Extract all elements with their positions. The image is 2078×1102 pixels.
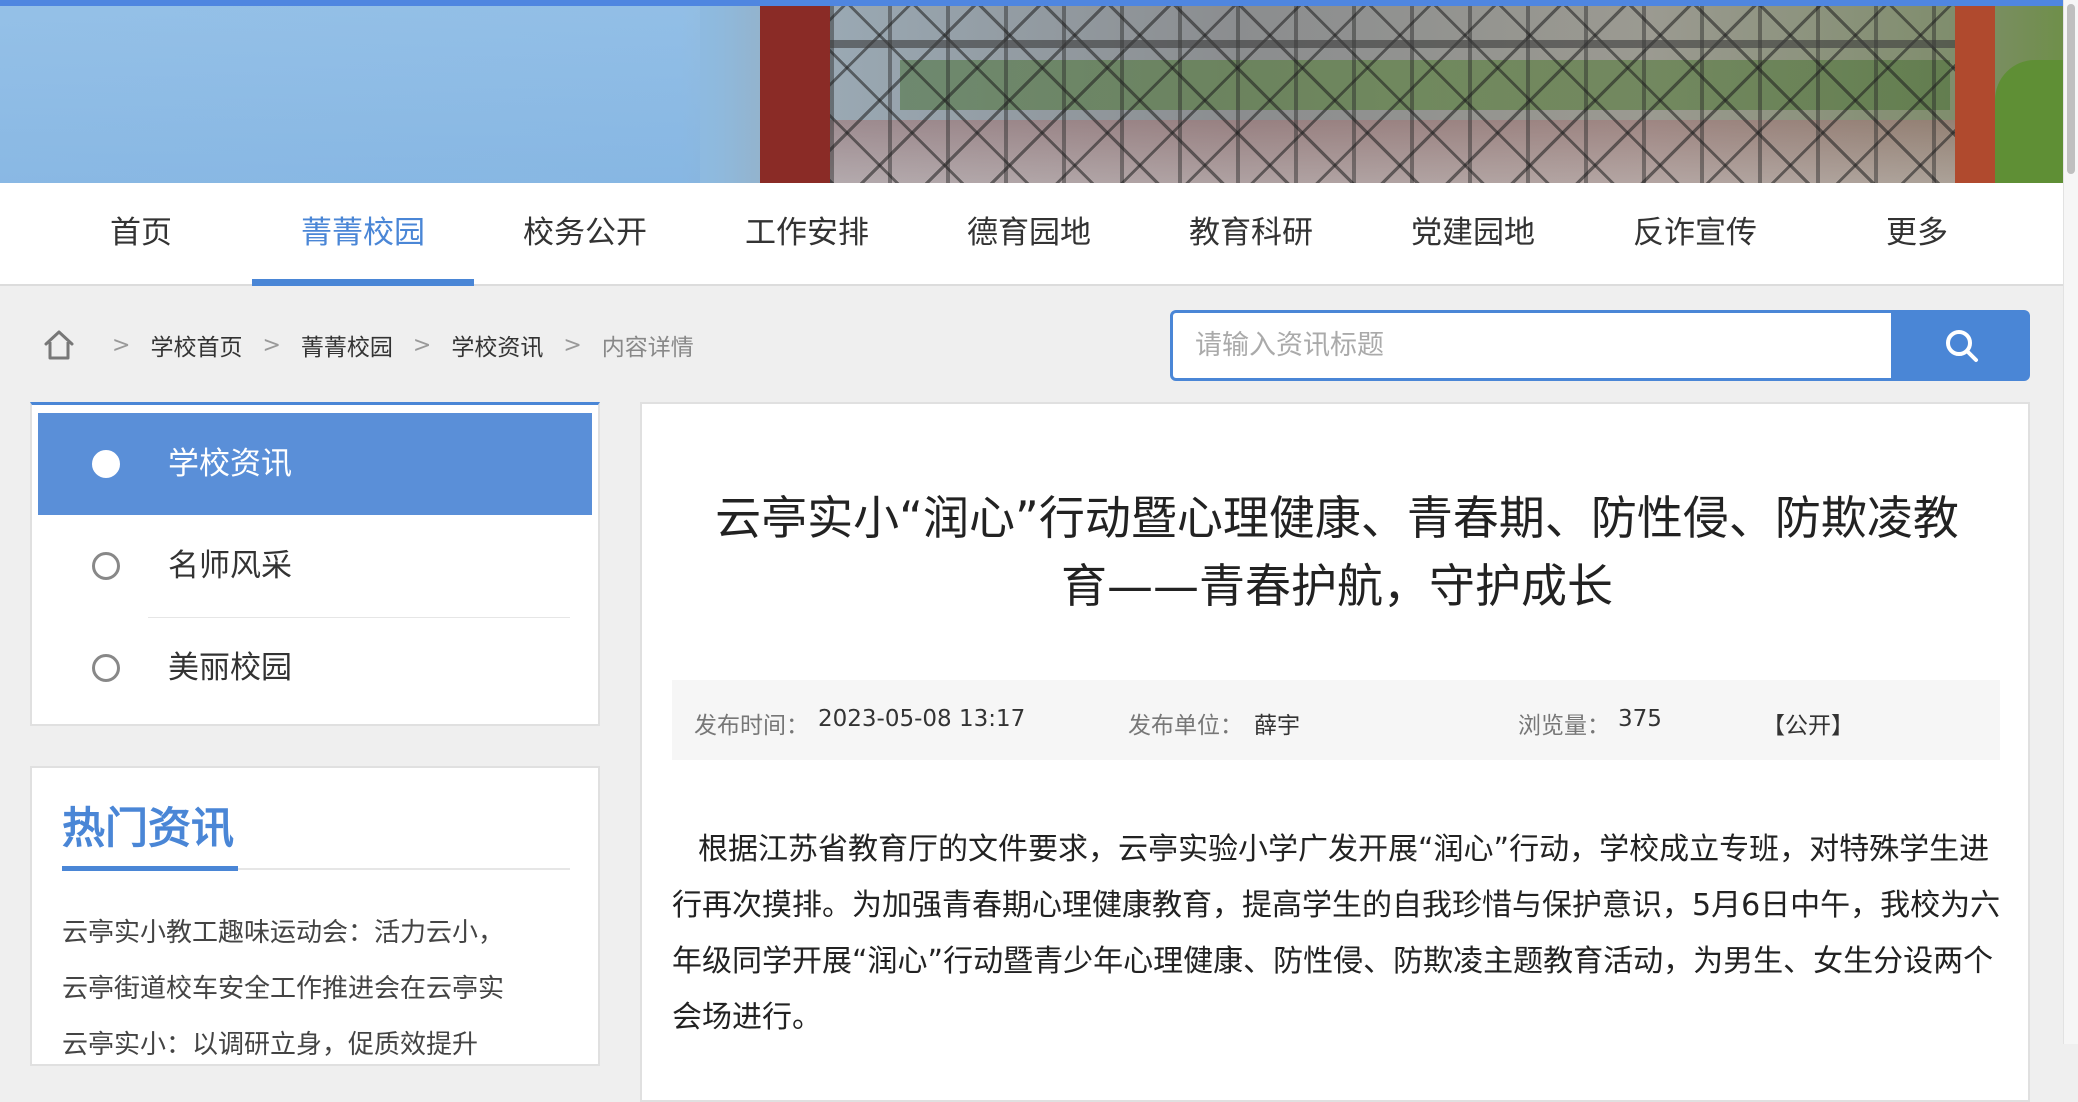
search-button[interactable] [1894,310,2030,381]
hot-news-title-underline [62,866,238,871]
breadcrumb: > 学校首页 > 菁菁校园 > 学校资讯 > 内容详情 [42,320,694,370]
sidebar-menu: 学校资讯 名师风采 美丽校园 [30,402,600,726]
article-meta: 发布时间： 2023-05-08 13:17 发布单位： 薛宇 浏览量： 375… [672,680,2000,760]
breadcrumb-current: 内容详情 [601,335,694,361]
nav-item-affairs[interactable]: 校务公开 [474,183,696,284]
main-nav: 首页 菁菁校园 校务公开 工作安排 德育园地 教育科研 党建园地 反诈宣传 更多 [0,183,2063,286]
meta-views-label: 浏览量： [1518,713,1610,739]
banner-bush [1995,60,2063,183]
banner-gate [830,6,1970,183]
home-icon[interactable] [42,328,76,362]
breadcrumb-campus[interactable]: 菁菁校园 [301,328,393,362]
breadcrumb-school-news[interactable]: 学校资讯 [451,328,543,362]
nav-item-home[interactable]: 首页 [30,183,252,284]
sidebar-item-campus-gallery[interactable]: 美丽校园 [38,617,592,719]
nav-item-more[interactable]: 更多 [1806,183,2028,284]
nav-item-research[interactable]: 教育科研 [1140,183,1362,284]
meta-visibility: 【公开】 [1762,713,1854,739]
meta-unit-label: 发布单位： [1128,713,1243,739]
nav-item-work-schedule[interactable]: 工作安排 [696,183,918,284]
hot-news-title: 热门资讯 [62,804,234,854]
article-body: 根据江苏省教育厅的文件要求，云亭实验小学广发开展“润心”行动，学校成立专班，对特… [672,832,2001,1035]
breadcrumb-separator: > [563,332,582,358]
sidebar-item-label: 美丽校园 [168,650,292,686]
sidebar-item-teachers[interactable]: 名师风采 [38,515,592,617]
banner-gate-post-right [1955,6,1995,183]
article-title: 云亭实小“润心”行动暨心理健康、青春期、防性侵、防欺凌教 育——青春护航，守护成… [682,484,1992,620]
nav-item-campus[interactable]: 菁菁校园 [252,183,474,286]
sidebar-item-school-news[interactable]: 学校资讯 [38,413,592,515]
hot-news-item[interactable]: 云亭实小：以调研立身，促质效提升 [62,1024,572,1061]
bullet-icon [92,552,120,580]
search-input[interactable] [1170,310,1894,381]
header-banner [0,0,2063,183]
banner-sky [0,6,700,183]
nav-item-anti-fraud[interactable]: 反诈宣传 [1584,183,1806,284]
breadcrumb-separator: > [262,332,281,358]
meta-views-value: 375 [1618,706,1662,732]
nav-item-moral-education[interactable]: 德育园地 [918,183,1140,284]
hot-news-item[interactable]: 云亭实小教工趣味运动会：活力云小， [62,912,572,949]
breadcrumb-separator: > [412,332,432,358]
sidebar-item-label: 名师风采 [168,548,292,584]
bullet-icon [92,450,120,478]
banner-gate-post [760,6,830,183]
sidebar-item-label: 学校资讯 [168,446,292,482]
nav-item-party[interactable]: 党建园地 [1362,183,1584,284]
banner-gate-bar [830,40,1970,48]
article-title-line: 育——青春护航，守护成长 [1061,559,1613,613]
hot-news-item[interactable]: 云亭街道校车安全工作推进会在云亭实 [62,968,572,1005]
meta-unit-value: 薛宇 [1254,713,1300,739]
search-icon [1946,329,1978,362]
breadcrumb-separator: > [112,332,131,358]
article-title-line: 云亭实小“润心”行动暨心理健康、青春期、防性侵、防欺凌教 [715,491,1959,545]
breadcrumb-school-home[interactable]: 学校首页 [150,328,242,362]
scrollbar-thumb[interactable] [2067,4,2075,174]
search-bar [1170,310,2030,381]
meta-time-label: 发布时间： [694,713,809,739]
page-scrollbar[interactable] [2063,0,2078,1044]
bullet-icon [92,654,120,682]
hot-news-panel: 热门资讯 云亭实小教工趣味运动会：活力云小， 云亭街道校车安全工作推进会在云亭实… [30,766,600,1066]
article-panel: 云亭实小“润心”行动暨心理健康、青春期、防性侵、防欺凌教 育——青春护航，守护成… [640,402,2030,1102]
meta-time-value: 2023-05-08 13:17 [818,706,1026,732]
